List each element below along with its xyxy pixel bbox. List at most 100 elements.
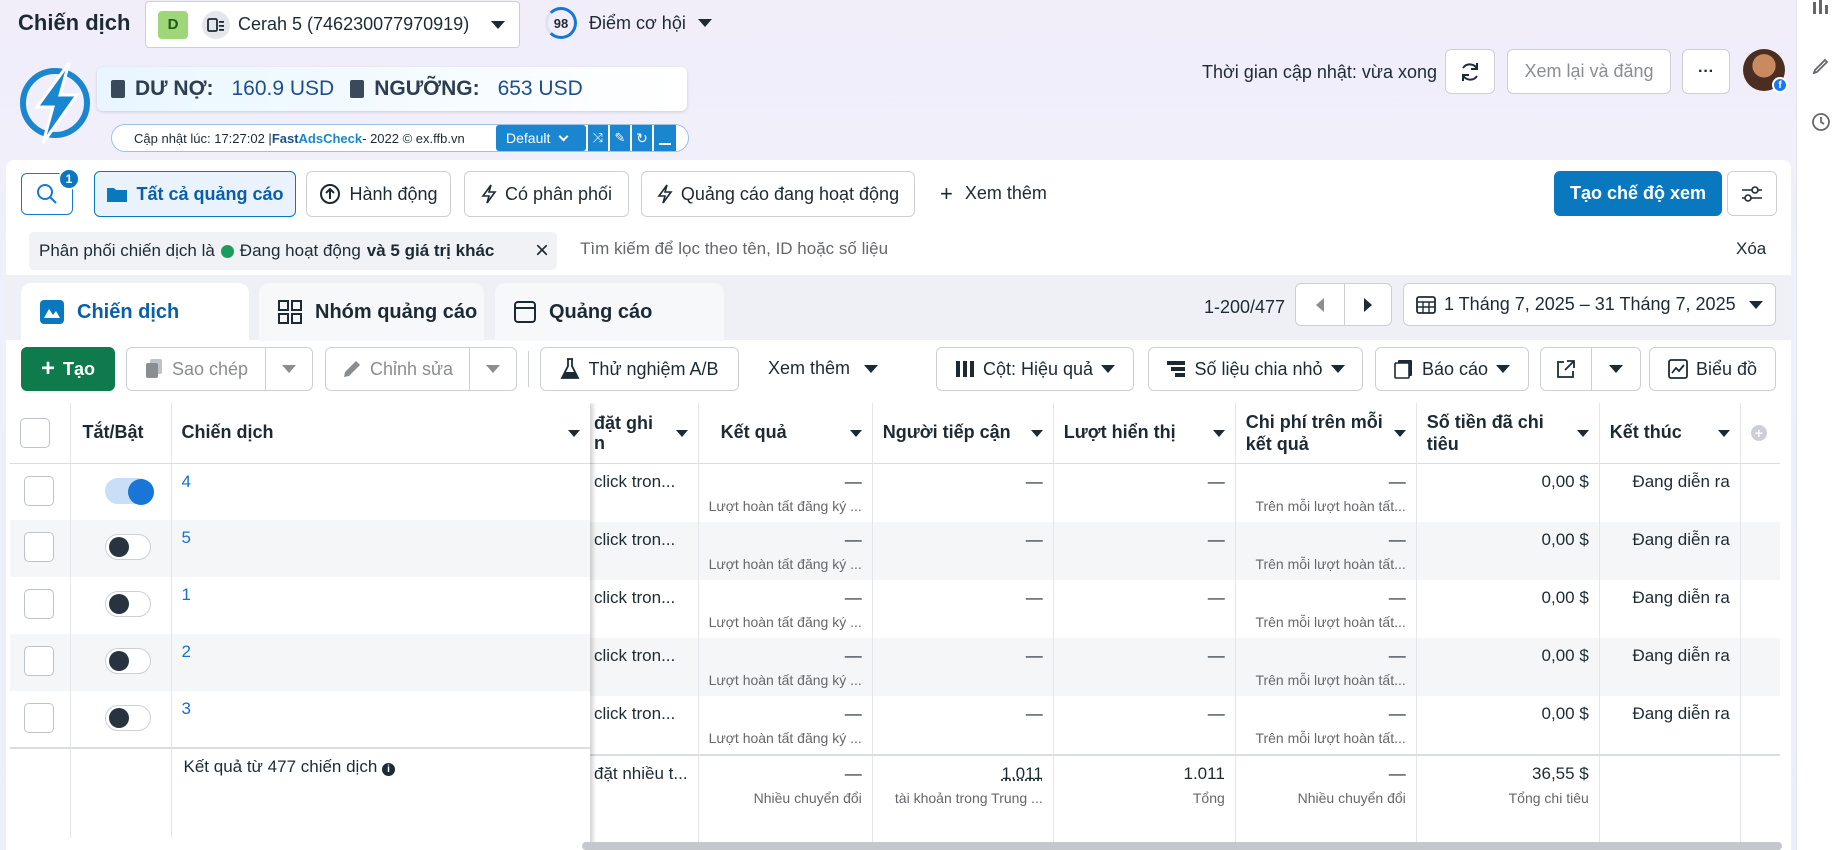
debt-label: DƯ NỢ: <box>135 77 214 100</box>
clear-filters-button[interactable]: Xóa <box>1736 239 1766 259</box>
frozen-row[interactable]: 4 <box>10 463 590 520</box>
row-checkbox[interactable] <box>10 463 71 520</box>
row-toggle[interactable] <box>70 691 172 748</box>
next-page-button[interactable] <box>1344 283 1392 326</box>
frozen-row[interactable]: 3 <box>10 691 590 748</box>
actions-tab[interactable]: Hành động <box>306 171 451 217</box>
col-cpr-line2: kết quả <box>1245 433 1309 454</box>
export-button[interactable] <box>1540 347 1592 391</box>
row-checkbox[interactable] <box>10 520 71 577</box>
tab-adsets[interactable]: Nhóm quảng cáo <box>259 283 484 341</box>
export-dropdown[interactable] <box>1591 347 1641 391</box>
campaign-name[interactable]: 1 <box>171 577 590 634</box>
reports-button[interactable]: Báo cáo <box>1375 347 1529 391</box>
columns-button[interactable]: Cột: Hiệu quả <box>936 347 1134 391</box>
horizontal-scrollbar[interactable] <box>582 842 1782 850</box>
row-toggle[interactable] <box>70 634 172 691</box>
opportunity-score[interactable]: 98 Điểm cơ hội <box>545 6 712 40</box>
duplicate-button[interactable]: Sao chép <box>126 347 266 391</box>
duplicate-dropdown[interactable] <box>265 347 313 391</box>
col-toggle: Tắt/Bật <box>70 403 172 464</box>
table-row[interactable]: click tron... — Lượt hoàn tất đăng ký ...… <box>590 695 1780 755</box>
col-campaign-label: Chiến dịch <box>181 422 274 443</box>
filter-chip[interactable]: Phân phối chiến dịch là Đang hoạt động v… <box>29 232 557 270</box>
col-reach[interactable]: Người tiếp cận <box>872 403 1054 464</box>
tab-ads-label: Quảng cáo <box>549 300 653 323</box>
summary-impressions: 1.011 Tổng <box>1053 753 1236 845</box>
col-bid-strategy[interactable]: đặt ghi n <box>590 403 699 464</box>
close-icon[interactable]: × <box>535 239 549 263</box>
row-toggle[interactable] <box>70 520 172 577</box>
refresh-icon[interactable]: ↻ <box>632 125 652 151</box>
cell-results: — Lượt hoàn tất đăng ký ... <box>698 463 873 522</box>
edit-dropdown[interactable] <box>469 347 517 391</box>
chart-icon[interactable] <box>1811 0 1831 16</box>
breakdown-button[interactable]: Số liệu chia nhỏ <box>1148 347 1363 391</box>
delivering-tab[interactable]: Có phân phối <box>464 171 629 217</box>
table-row[interactable]: click tron... — Lượt hoàn tất đăng ký ...… <box>590 521 1781 580</box>
toggle-switch[interactable] <box>104 591 151 617</box>
review-publish-button[interactable]: Xem lại và đăng <box>1507 49 1671 94</box>
col-impressions[interactable]: Lượt hiển thị <box>1053 403 1236 464</box>
table-row[interactable]: click tron... — Lượt hoàn tất đăng ký ...… <box>590 637 1781 696</box>
active-ads-tab[interactable]: Quảng cáo đang hoạt động <box>641 171 915 217</box>
col-cost-per-result[interactable]: Chi phí trên mỗi kết quả <box>1235 403 1417 464</box>
cell-amount-spent: 0,00 $ <box>1416 637 1600 696</box>
cell-results: — Lượt hoàn tất đăng ký ... <box>698 521 873 580</box>
profile-avatar[interactable]: f <box>1743 49 1788 93</box>
toggle-switch[interactable] <box>104 534 151 560</box>
preset-select[interactable]: Default <box>496 125 586 151</box>
account-selector[interactable]: D Cerah 5 (746230077970919) <box>145 1 520 48</box>
refresh-button[interactable] <box>1445 49 1495 94</box>
filter-search-input[interactable]: Tìm kiếm để lọc theo tên, ID hoặc số liệ… <box>580 239 888 259</box>
tab-ads[interactable]: Quảng cáo <box>495 283 724 341</box>
row-toggle[interactable] <box>70 463 172 520</box>
toggle-switch[interactable] <box>104 477 154 505</box>
pencil-icon[interactable] <box>1811 56 1831 76</box>
shuffle-icon[interactable]: ⤨ <box>588 125 608 151</box>
charts-button[interactable]: Biểu đồ <box>1649 347 1776 391</box>
row-toggle[interactable] <box>70 577 172 634</box>
col-ends[interactable]: Kết thúc <box>1599 403 1741 464</box>
edit-label: Chỉnh sửa <box>369 358 454 379</box>
row-checkbox[interactable] <box>10 634 71 691</box>
campaign-name[interactable]: 3 <box>171 691 590 748</box>
toggle-switch[interactable] <box>104 705 151 731</box>
prev-page-button[interactable] <box>1295 283 1345 326</box>
edit-button[interactable]: Chỉnh sửa <box>325 347 470 391</box>
ab-test-button[interactable]: Thử nghiệm A/B <box>540 347 739 391</box>
toolbar-see-more[interactable]: Xem thêm <box>768 358 879 379</box>
create-button[interactable]: + Tạo <box>21 347 115 391</box>
search-button[interactable]: 1 <box>21 168 80 215</box>
campaign-name[interactable]: 2 <box>171 634 590 691</box>
frozen-row[interactable]: 5 <box>10 520 590 577</box>
more-options-button[interactable]: ··· <box>1682 49 1730 94</box>
edit-icon[interactable]: ✎ <box>610 125 630 151</box>
clock-icon[interactable] <box>1810 111 1832 133</box>
see-more-filters[interactable]: + Xem thêm <box>940 182 1047 204</box>
add-column-button[interactable]: + <box>1740 403 1781 464</box>
create-view-button[interactable]: Tạo chế độ xem <box>1554 171 1722 216</box>
table-row[interactable]: click tron... — Lượt hoàn tất đăng ký ...… <box>590 463 1780 522</box>
select-all-checkbox[interactable] <box>10 403 71 464</box>
toggle-switch[interactable] <box>104 648 151 674</box>
row-checkbox[interactable] <box>10 577 71 634</box>
col-results[interactable]: Kết quả <box>698 403 873 464</box>
minimize-icon[interactable] <box>654 125 676 151</box>
all-ads-tab[interactable]: Tất cả quảng cáo <box>94 171 296 217</box>
col-campaign[interactable]: Chiến dịch <box>171 403 590 464</box>
tab-campaigns[interactable]: Chiến dịch <box>21 283 249 341</box>
row-checkbox[interactable] <box>10 691 71 748</box>
col-amount-spent[interactable]: Số tiền đã chi tiêu <box>1416 403 1600 464</box>
campaign-name[interactable]: 4 <box>171 463 590 520</box>
campaign-name[interactable]: 5 <box>171 520 590 577</box>
reports-icon <box>1394 360 1412 379</box>
table-row[interactable]: click tron... — Lượt hoàn tất đăng ký ...… <box>590 579 1780 638</box>
frozen-columns: Tắt/Bật Chiến dịch 4 5 1 2 3 Kết quả từ … <box>10 403 590 850</box>
date-range-picker[interactable]: 1 Tháng 7, 2025 – 31 Tháng 7, 2025 <box>1403 283 1776 326</box>
settings-button[interactable] <box>1727 171 1777 216</box>
frozen-row[interactable]: 1 <box>10 577 590 634</box>
frozen-row[interactable]: 2 <box>10 634 590 691</box>
col-spent-line2: tiêu <box>1426 433 1459 454</box>
cell-amount-spent: 0,00 $ <box>1416 695 1600 755</box>
